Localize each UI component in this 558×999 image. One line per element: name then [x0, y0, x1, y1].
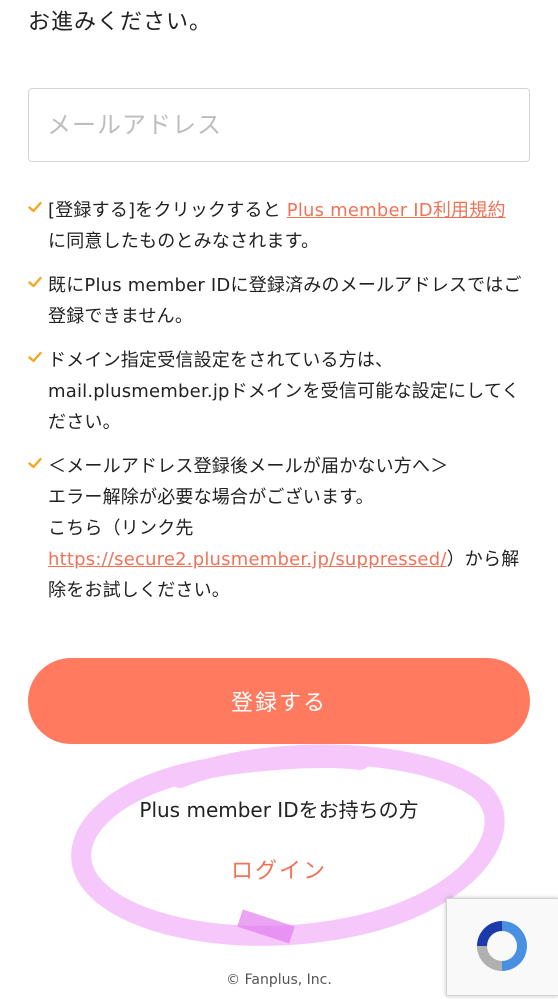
registration-page: お進みください。 [登録する]をクリックすると Plus member ID利用…: [0, 0, 558, 999]
login-link[interactable]: ログイン: [0, 856, 558, 888]
terms-link[interactable]: Plus member ID利用規約: [287, 200, 506, 221]
note-mail-line3: こちら（リンク先: [48, 518, 194, 539]
check-icon: [28, 276, 42, 288]
note-terms-text-after: に同意したものとみなされます。: [48, 231, 320, 252]
note-mail-line2: エラー解除が必要な場合がございます。: [48, 487, 374, 508]
register-button[interactable]: 登録する: [28, 658, 530, 744]
note-already-registered-text: 既にPlus member IDに登録済みのメールアドレスではご登録できません。: [48, 275, 522, 327]
note-mail-line1: ＜メールアドレス登録後メールが届かない方へ＞: [48, 456, 449, 477]
note-domain-setting: ドメイン指定受信設定をされている方は、mail.plusmember.jpドメイ…: [28, 345, 530, 438]
note-mail-not-received: ＜メールアドレス登録後メールが届かない方へ＞ エラー解除が必要な場合がございます…: [28, 451, 530, 606]
recaptcha-badge[interactable]: [446, 898, 558, 996]
notes-list: [登録する]をクリックすると Plus member ID利用規約に同意したもの…: [28, 195, 530, 619]
check-icon: [28, 351, 42, 363]
note-domain-setting-text: ドメイン指定受信設定をされている方は、mail.plusmember.jpドメイ…: [48, 350, 520, 433]
check-icon: [28, 201, 42, 213]
intro-text: お進みください。: [28, 10, 213, 35]
email-input[interactable]: [28, 88, 530, 162]
have-id-text: Plus member IDをお持ちの方: [139, 798, 419, 822]
recaptcha-icon: [477, 921, 527, 971]
note-terms-text-before: [登録する]をクリックすると: [48, 200, 287, 221]
note-terms: [登録する]をクリックすると Plus member ID利用規約に同意したもの…: [28, 195, 530, 257]
note-already-registered: 既にPlus member IDに登録済みのメールアドレスではご登録できません。: [28, 270, 530, 332]
check-icon: [28, 457, 42, 469]
suppressed-link[interactable]: https://secure2.plusmember.jp/suppressed…: [48, 549, 447, 570]
